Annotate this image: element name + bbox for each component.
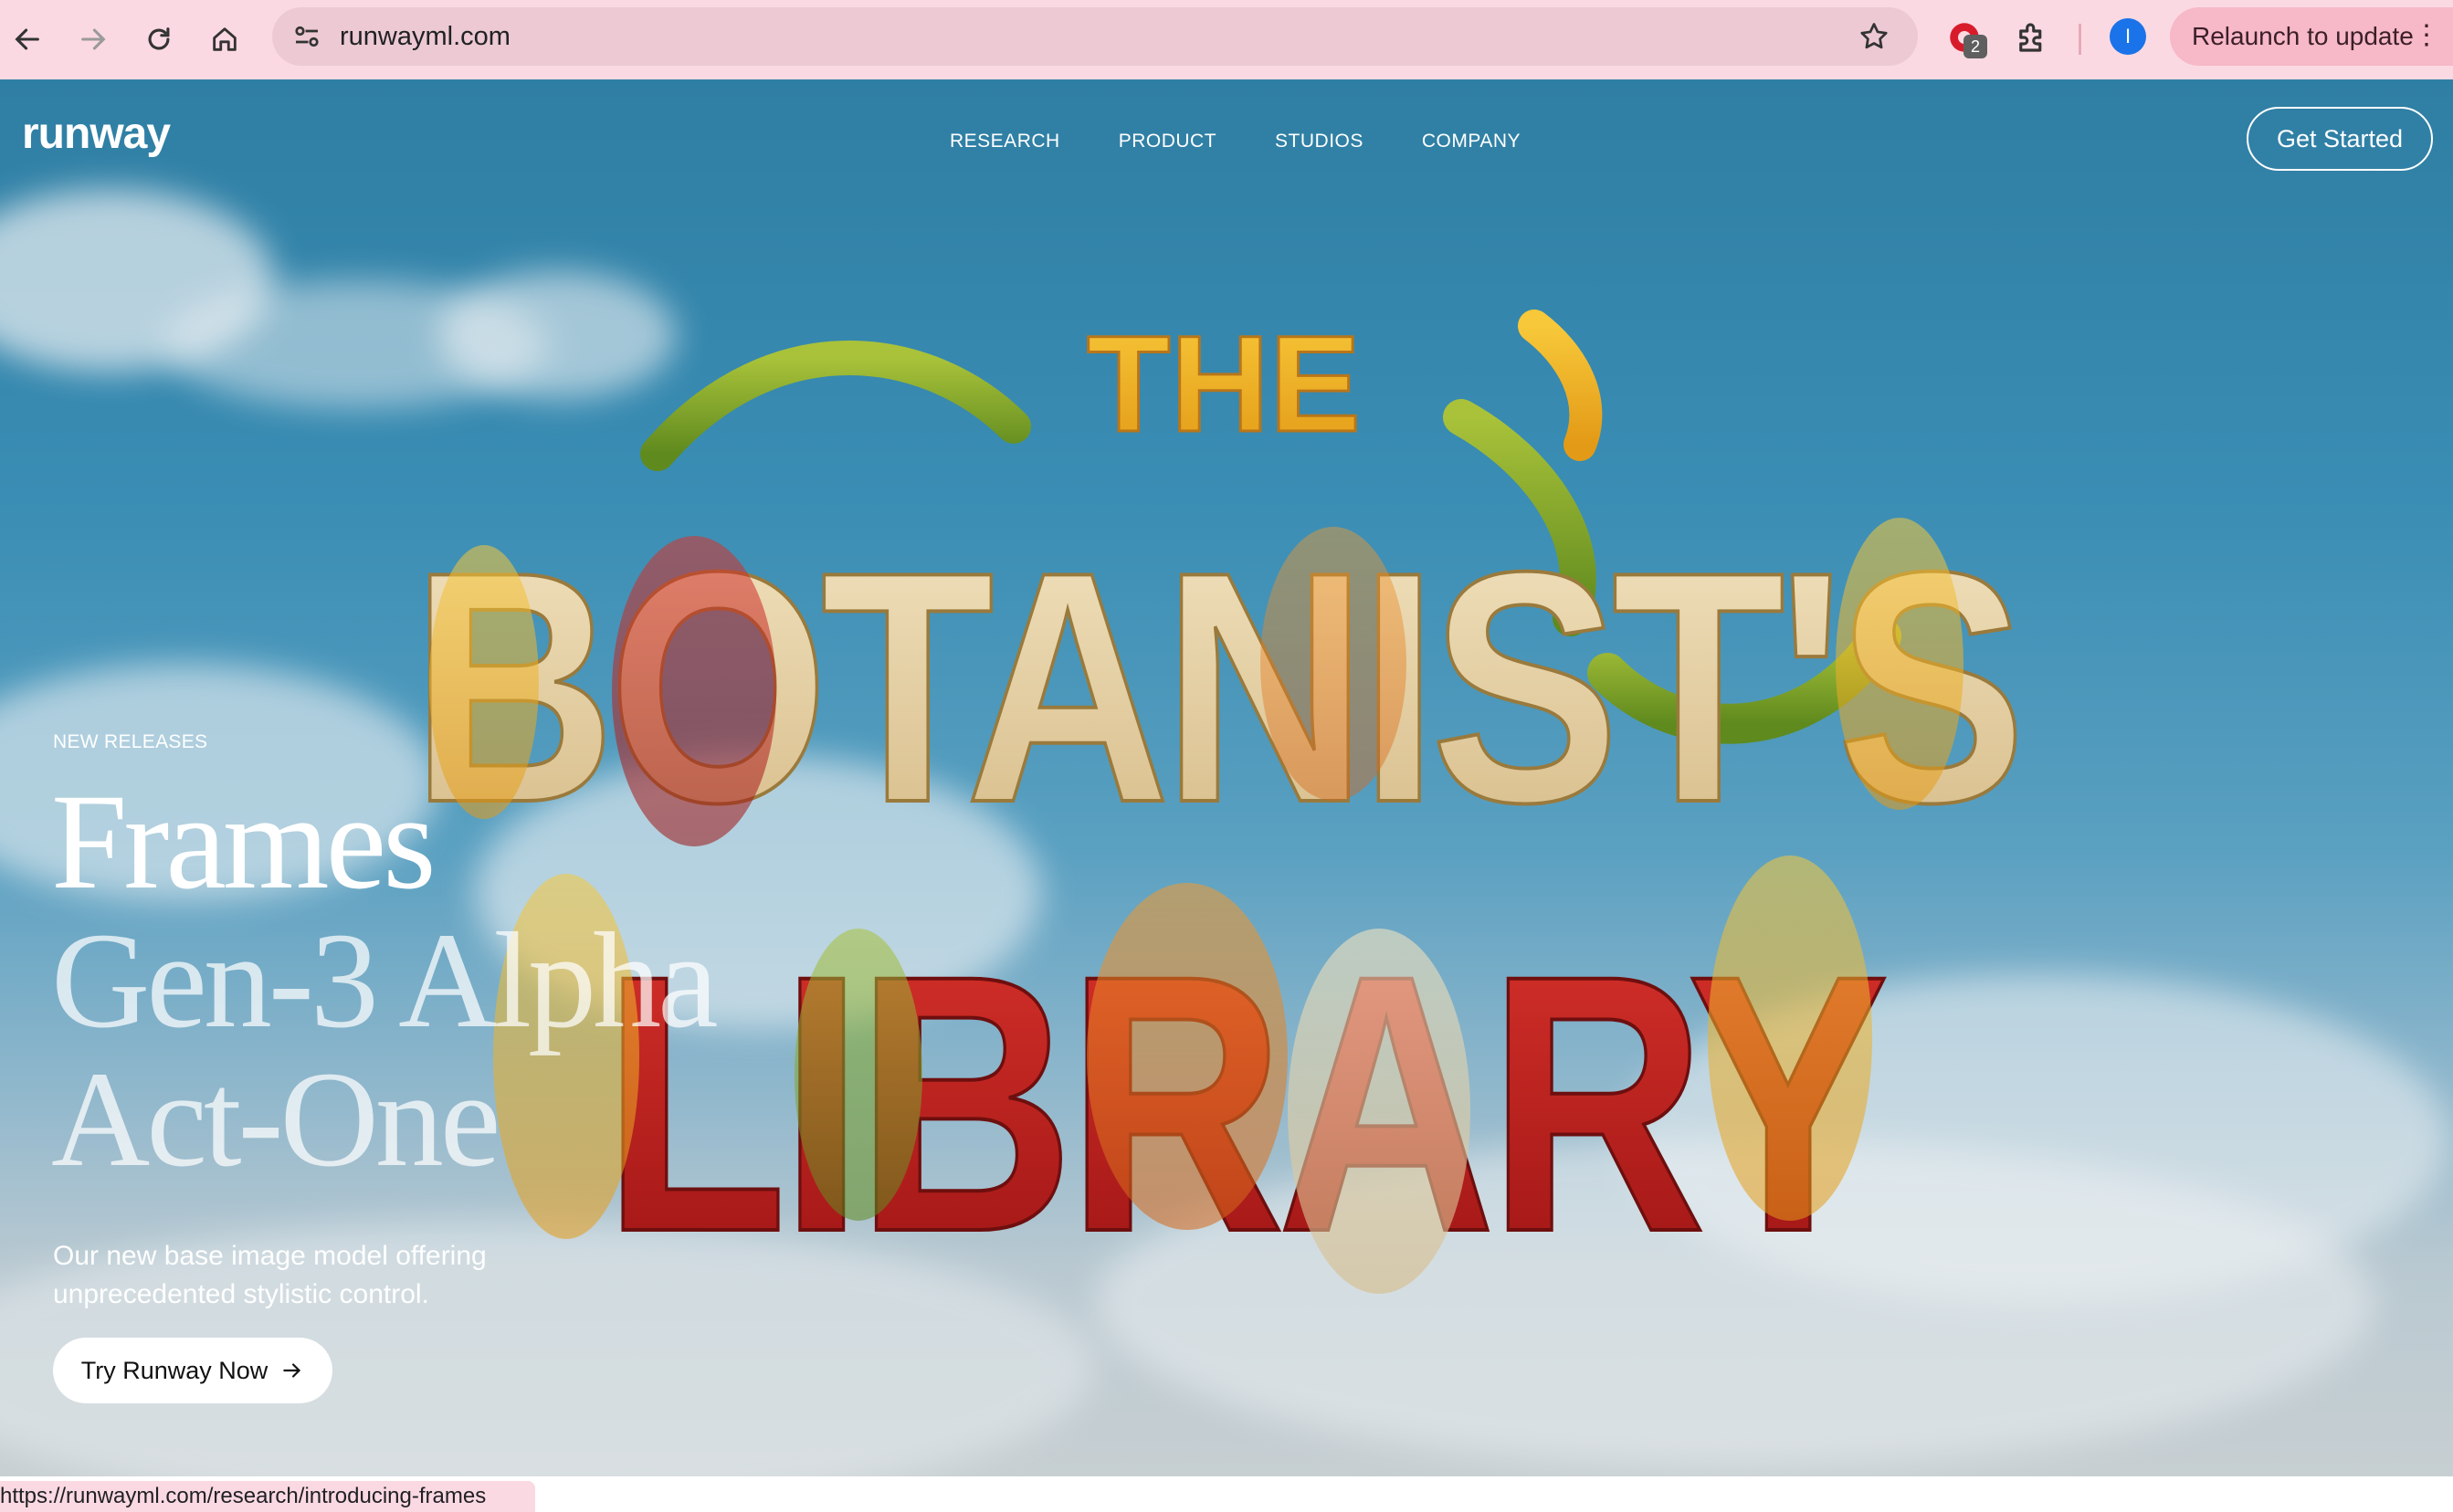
status-bar-link: https://runwayml.com/research/introducin…	[0, 1481, 535, 1512]
reload-icon	[148, 27, 170, 50]
artwork-line-1: THE	[1087, 307, 1361, 460]
address-bar[interactable]: runwayml.com	[272, 7, 1918, 66]
back-button[interactable]	[4, 16, 51, 63]
headline-frames[interactable]: Frames	[51, 773, 437, 910]
more-menu-icon[interactable]: ⋮	[2413, 22, 2440, 49]
home-button[interactable]	[201, 16, 248, 63]
fruit-overlay	[1708, 856, 1872, 1221]
fruit-overlay	[795, 929, 922, 1221]
botanists-library-artwork: THE BOTANIST'S LIBRARY	[409, 306, 2029, 1310]
runway-logo[interactable]: runway	[22, 109, 171, 159]
nav-company[interactable]: COMPANY	[1422, 131, 1521, 152]
get-started-button[interactable]: Get Started	[2247, 107, 2433, 171]
site-settings-icon[interactable]	[290, 20, 323, 53]
forward-button[interactable]	[69, 16, 117, 63]
main-nav: RESEARCH PRODUCT STUDIOS COMPANY	[950, 131, 1579, 152]
profile-avatar[interactable]: I	[2110, 18, 2146, 55]
bookmark-star-icon[interactable]	[1858, 20, 1890, 53]
fruit-overlay	[612, 536, 776, 846]
browser-toolbar: runwayml.com 2 I Relaunch to update ⋮	[0, 0, 2453, 79]
eyebrow-label: NEW RELEASES	[53, 731, 208, 752]
arrow-right-icon	[283, 1363, 301, 1378]
try-runway-button[interactable]: Try Runway Now	[53, 1338, 332, 1403]
headline-gen3[interactable]: Gen-3 Alpha	[51, 912, 719, 1049]
home-icon	[213, 27, 237, 51]
hero-section: runway RESEARCH PRODUCT STUDIOS COMPANY …	[0, 79, 2453, 1476]
fruit-overlay	[1260, 527, 1406, 801]
relaunch-label: Relaunch to update	[2192, 22, 2414, 50]
extension-badge: 2	[1963, 35, 1987, 58]
fruit-overlay	[429, 545, 539, 819]
banana-swirl	[640, 341, 1031, 471]
try-runway-label: Try Runway Now	[80, 1356, 268, 1384]
fruit-overlay	[1288, 929, 1470, 1294]
puzzle-icon[interactable]	[2013, 18, 2051, 57]
reload-button[interactable]	[135, 16, 183, 63]
arrow-right-icon	[81, 28, 106, 50]
toolbar-divider	[2079, 24, 2081, 55]
nav-product[interactable]: PRODUCT	[1119, 131, 1216, 152]
relaunch-button[interactable]: Relaunch to update ⋮	[2170, 7, 2453, 66]
nav-research[interactable]: RESEARCH	[950, 131, 1060, 152]
headline-act-one[interactable]: Act-One	[51, 1051, 500, 1188]
url-text[interactable]: runwayml.com	[340, 20, 511, 53]
fruit-overlay	[1836, 518, 1963, 810]
arrow-left-icon	[15, 28, 39, 50]
nav-studios[interactable]: STUDIOS	[1275, 131, 1363, 152]
hero-description: Our new base image model offering unprec…	[53, 1241, 487, 1309]
banana-swirl	[1518, 310, 1603, 461]
fruit-overlay	[1087, 883, 1288, 1230]
